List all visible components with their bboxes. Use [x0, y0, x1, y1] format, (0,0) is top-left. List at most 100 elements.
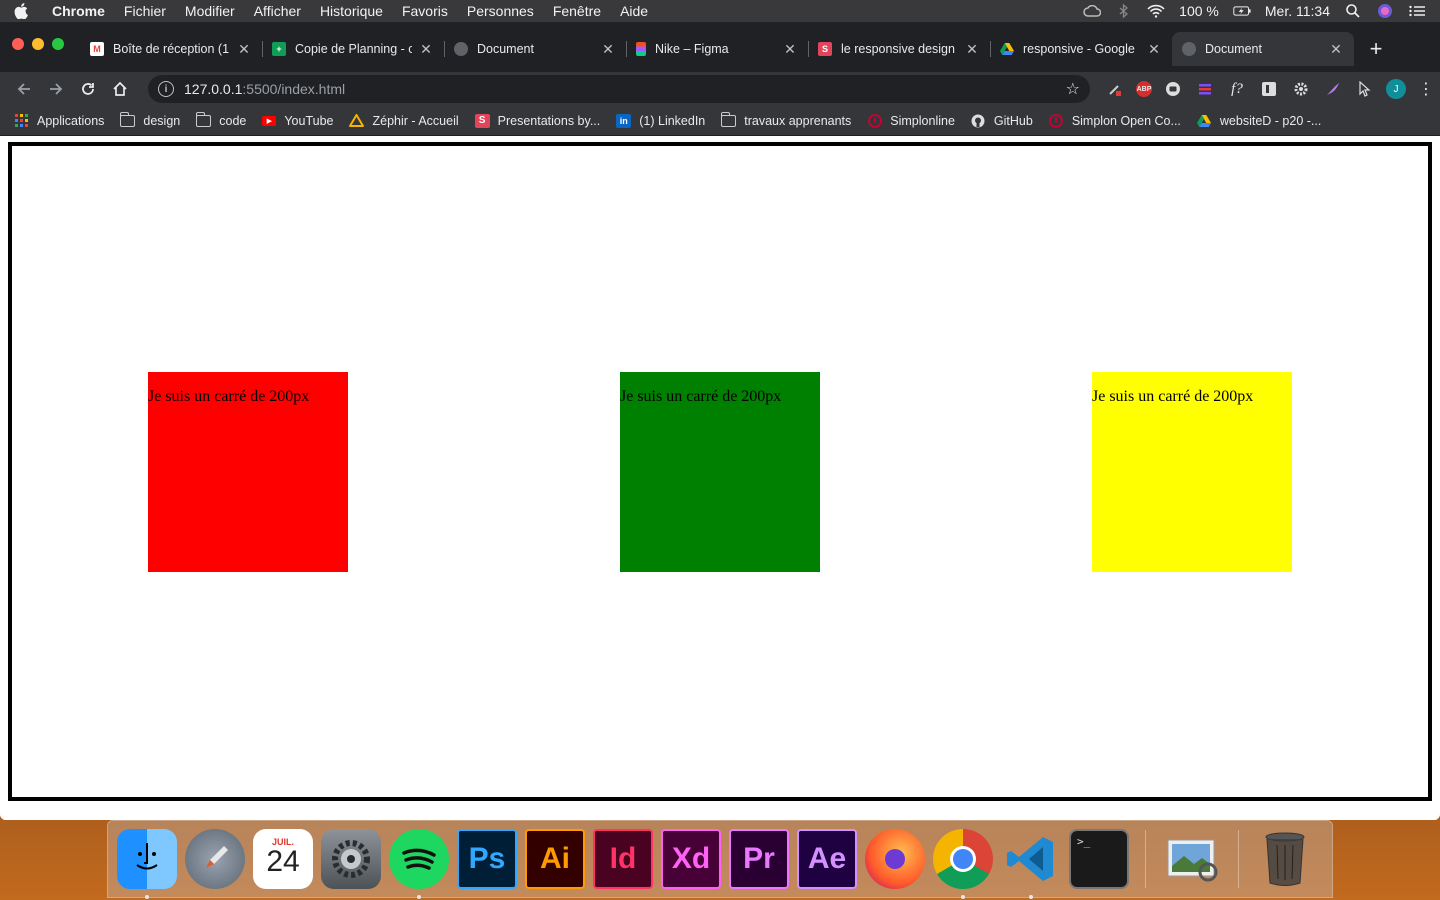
close-window-button[interactable] [12, 38, 24, 50]
terminal-icon[interactable]: >_ [1069, 829, 1129, 889]
bookmark-label: Simplonline [890, 113, 955, 128]
back-arrow-icon[interactable] [8, 75, 40, 103]
github-icon [971, 114, 986, 128]
profile-avatar[interactable]: J [1386, 79, 1406, 99]
forward-arrow-icon[interactable] [40, 75, 72, 103]
firefox-icon[interactable] [865, 829, 925, 889]
premiere-icon[interactable]: Pr [729, 829, 789, 889]
bookmark-youtube[interactable]: ▶ YouTube [262, 114, 333, 128]
color-picker-extension-icon[interactable] [1104, 78, 1126, 100]
bookmark-github[interactable]: GitHub [971, 114, 1033, 128]
bluetooth-icon[interactable] [1115, 4, 1133, 18]
menu-fenetre[interactable]: Fenêtre [553, 3, 601, 19]
tab-planning[interactable]: + Copie de Planning - c ✕ [262, 32, 444, 66]
bookmark-star-icon[interactable]: ☆ [1066, 79, 1080, 99]
sheets-icon: + [272, 42, 286, 56]
bookmark-label: Applications [37, 113, 105, 128]
stack-extension-icon[interactable] [1194, 78, 1216, 100]
tab-label: responsive - Google [1023, 42, 1135, 56]
chrome-icon[interactable] [933, 829, 993, 899]
bookmark-presentations[interactable]: S Presentations by... [474, 113, 601, 128]
notification-center-icon[interactable] [1408, 4, 1426, 18]
menu-app-name[interactable]: Chrome [52, 3, 105, 19]
trash-icon[interactable] [1255, 829, 1315, 889]
tab-label: le responsive design [841, 42, 955, 56]
creative-cloud-icon[interactable] [1083, 4, 1102, 18]
cursor-extension-icon[interactable] [1354, 78, 1376, 100]
bookmark-websited[interactable]: websiteD - p20 -... [1197, 114, 1321, 128]
indesign-icon[interactable]: Id [593, 829, 653, 889]
menu-personnes[interactable]: Personnes [467, 3, 534, 19]
menu-favoris[interactable]: Favoris [402, 3, 448, 19]
after-effects-icon[interactable]: Ae [797, 829, 857, 889]
close-icon[interactable]: ✕ [236, 41, 252, 58]
spotify-icon[interactable] [389, 829, 449, 899]
home-icon[interactable] [104, 75, 136, 103]
bookmark-zephir[interactable]: Zéphir - Accueil [349, 113, 459, 128]
bookmark-linkedin[interactable]: in (1) LinkedIn [616, 113, 705, 128]
tab-figma[interactable]: Nike – Figma ✕ [626, 32, 808, 66]
square-text: Je suis un carré de 200px [148, 388, 310, 405]
tab-responsive-google[interactable]: responsive - Google ✕ [990, 32, 1172, 66]
new-tab-button[interactable]: + [1358, 32, 1394, 66]
browser-toolbar: i 127.0.0.1:5500/index.html ☆ ABP f? J … [0, 72, 1440, 106]
clock[interactable]: Mer. 11:34 [1265, 3, 1330, 19]
zoom-window-button[interactable] [52, 38, 64, 50]
menu-modifier[interactable]: Modifier [185, 3, 235, 19]
font-finder-extension-icon[interactable]: f? [1226, 78, 1248, 100]
calendar-icon[interactable]: JUIL. 24 [253, 829, 313, 889]
tab-label: Boîte de réception (1 [113, 42, 230, 56]
bookmark-label: Presentations by... [497, 113, 601, 128]
vscode-icon[interactable] [1001, 829, 1061, 899]
window-controls [12, 38, 64, 50]
tab-responsive-design[interactable]: S le responsive design ✕ [808, 32, 990, 66]
screen-recorder-extension-icon[interactable] [1162, 78, 1184, 100]
close-icon[interactable]: ✕ [782, 41, 798, 58]
finder-icon[interactable] [117, 829, 177, 899]
bookmark-design[interactable]: design [119, 111, 180, 128]
adblock-extension-icon[interactable]: ABP [1136, 81, 1152, 97]
folder-icon [119, 111, 136, 127]
battery-icon[interactable] [1233, 4, 1251, 18]
menu-fichier[interactable]: Fichier [124, 3, 166, 19]
tab-gmail[interactable]: M Boîte de réception (1 ✕ [80, 32, 262, 66]
close-icon[interactable]: ✕ [418, 41, 434, 58]
gear-icon[interactable] [1290, 78, 1312, 100]
globe-icon [454, 42, 468, 56]
tab-document[interactable]: Document ✕ [444, 32, 626, 66]
page-ruler-extension-icon[interactable] [1258, 78, 1280, 100]
close-icon[interactable]: ✕ [600, 41, 616, 58]
menu-afficher[interactable]: Afficher [254, 3, 301, 19]
reload-icon[interactable] [72, 75, 104, 103]
menu-aide[interactable]: Aide [620, 3, 648, 19]
xd-icon[interactable]: Xd [661, 829, 721, 889]
close-icon[interactable]: ✕ [1328, 41, 1344, 58]
launchpad-icon[interactable] [185, 829, 245, 889]
folder-icon [720, 111, 737, 127]
wifi-icon[interactable] [1147, 4, 1165, 18]
apple-icon[interactable] [14, 3, 30, 19]
bookmark-travaux-apprenants[interactable]: travaux apprenants [720, 111, 851, 128]
bookmark-simplon-open[interactable]: Simplon Open Co... [1049, 114, 1181, 128]
close-icon[interactable]: ✕ [1146, 41, 1162, 58]
system-preferences-icon[interactable] [321, 829, 381, 889]
bookmark-code[interactable]: code [195, 111, 246, 128]
siri-icon[interactable] [1376, 4, 1394, 18]
illustrator-icon[interactable]: Ai [525, 829, 585, 889]
site-info-icon[interactable]: i [158, 81, 174, 97]
preview-icon[interactable] [1162, 829, 1222, 889]
square-yellow: Je suis un carré de 200px [1092, 372, 1292, 572]
bookmark-applications[interactable]: Applications [14, 114, 104, 128]
minimize-window-button[interactable] [32, 38, 44, 50]
indesign-label: Id [609, 842, 637, 875]
feather-extension-icon[interactable] [1322, 78, 1344, 100]
address-bar[interactable]: i 127.0.0.1:5500/index.html ☆ [148, 75, 1090, 103]
spotlight-search-icon[interactable] [1344, 4, 1362, 18]
photoshop-icon[interactable]: Ps [457, 829, 517, 889]
close-icon[interactable]: ✕ [964, 41, 980, 58]
tab-document-active[interactable]: Document ✕ [1172, 32, 1354, 66]
bookmark-simplonline[interactable]: Simplonline [867, 114, 955, 128]
menu-historique[interactable]: Historique [320, 3, 383, 19]
more-menu-icon[interactable]: ⋮ [1418, 79, 1434, 99]
gmail-icon: M [90, 42, 104, 56]
